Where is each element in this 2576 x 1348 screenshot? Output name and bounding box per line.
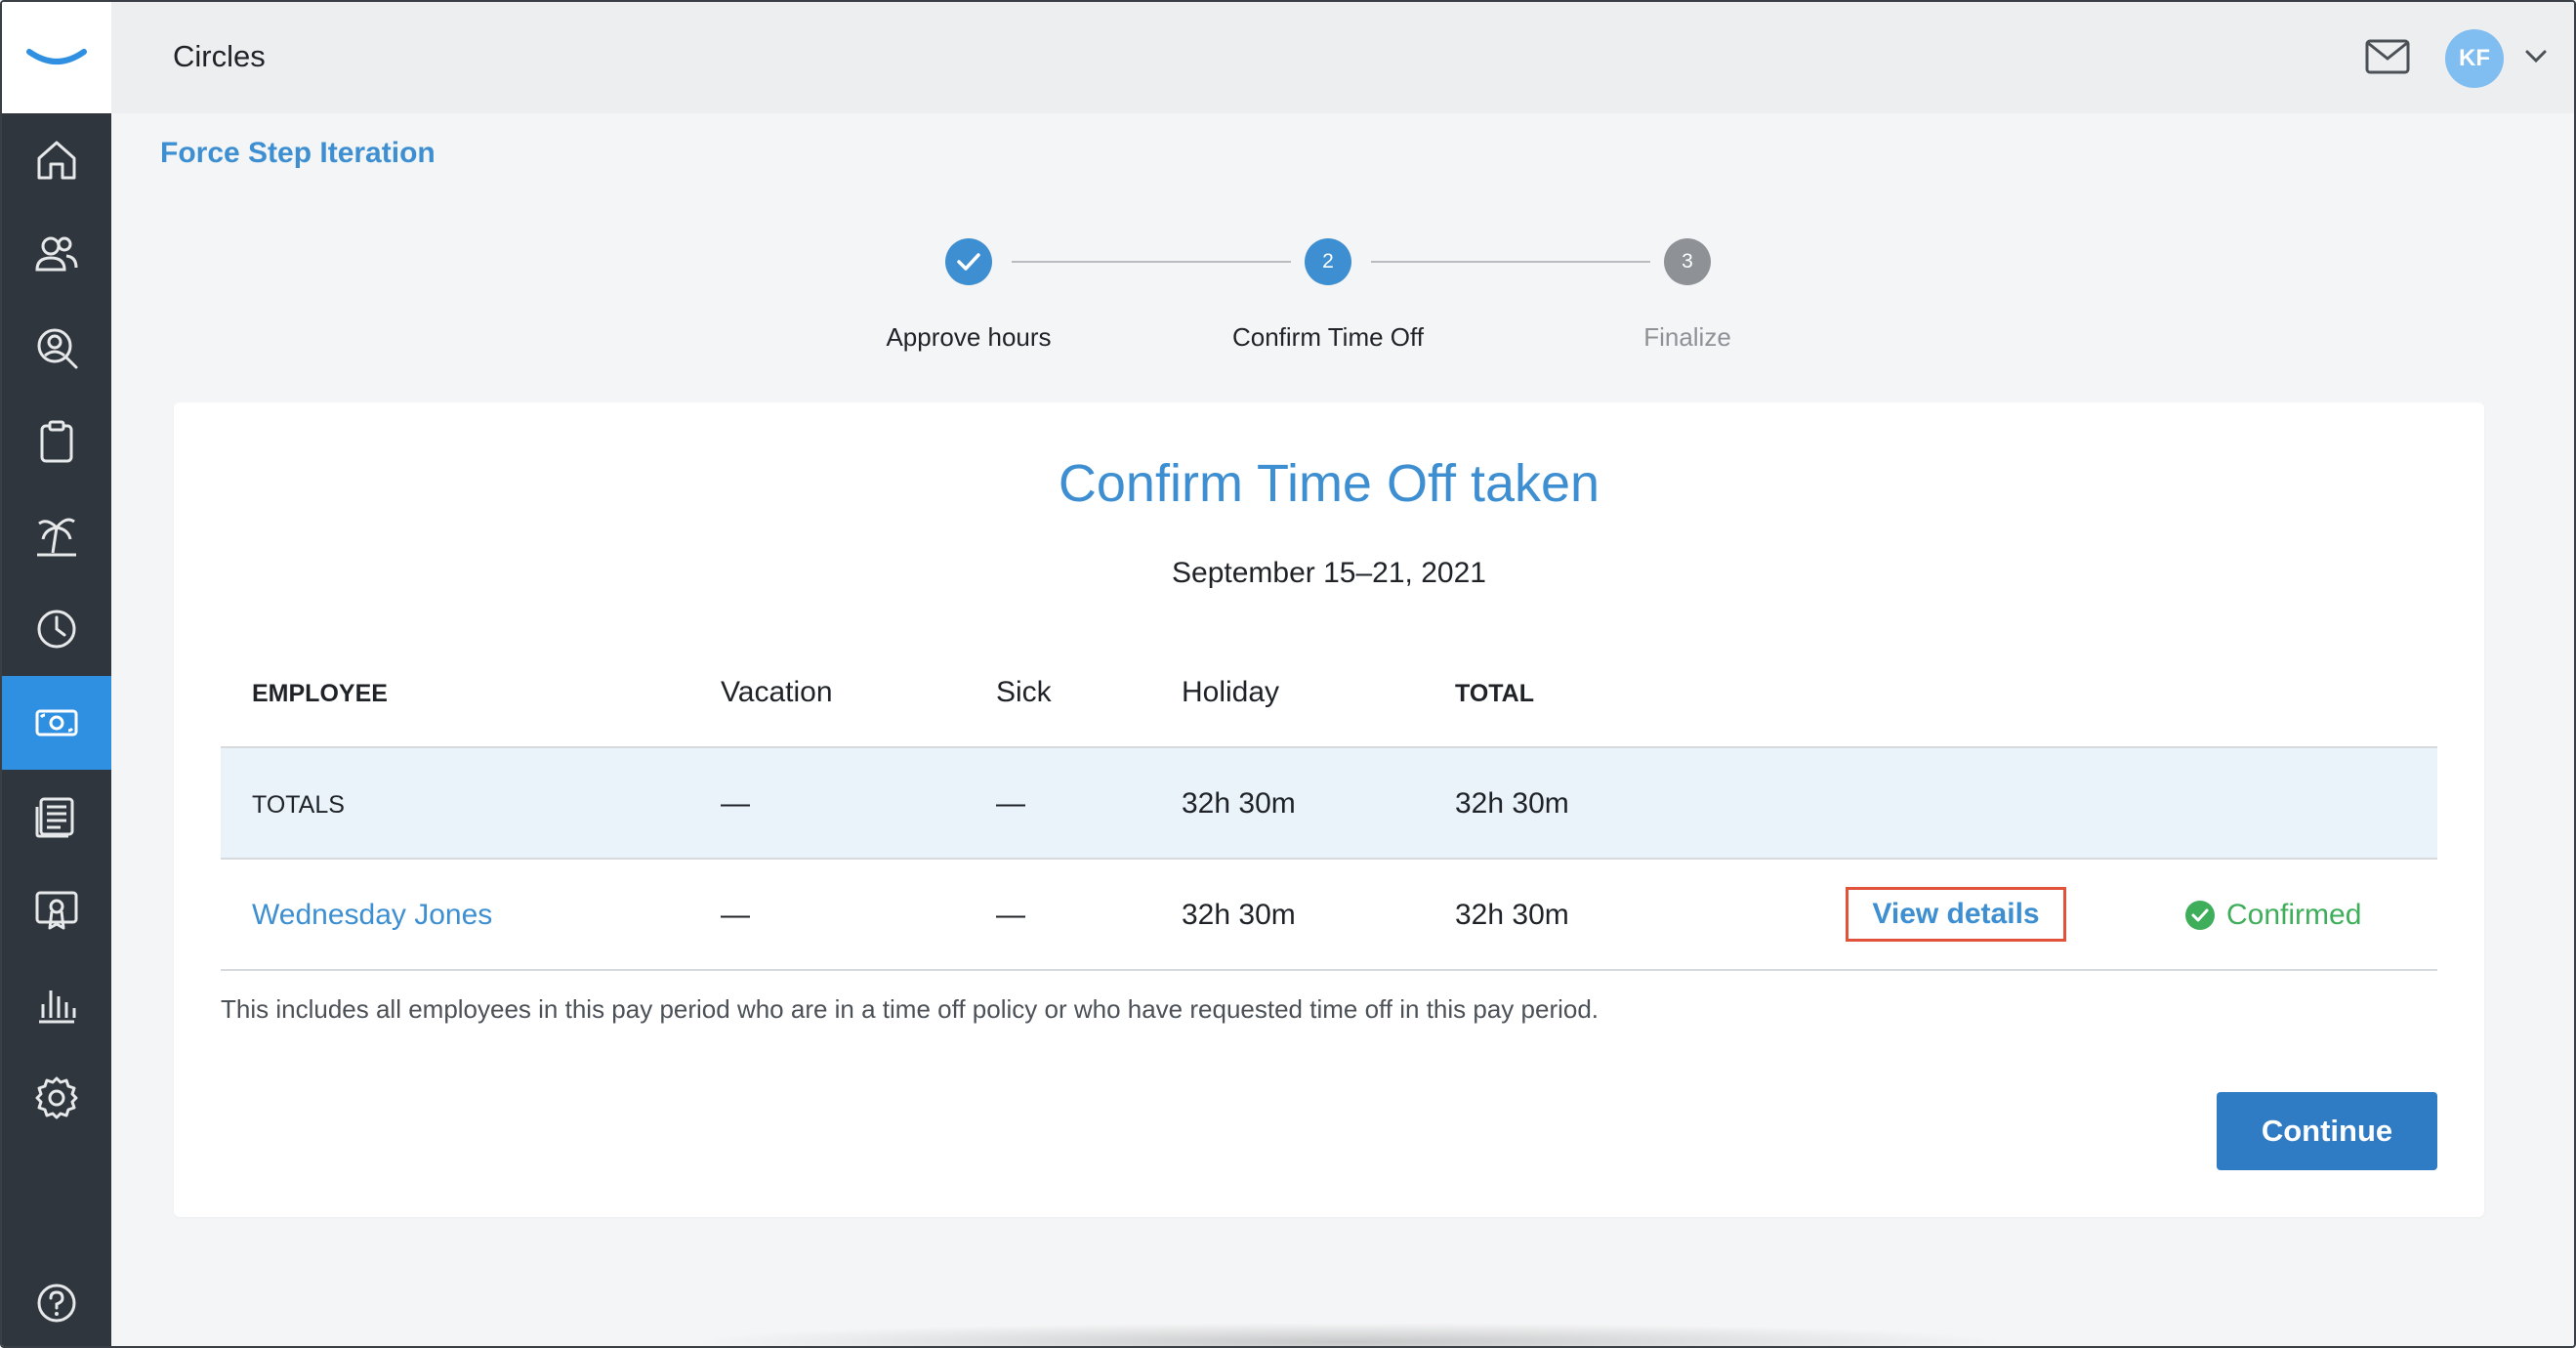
status-badge: Confirmed [2185,899,2361,932]
continue-button[interactable]: Continue [2217,1092,2437,1170]
col-employee: EMPLOYEE [252,680,388,707]
certificate-icon [35,891,78,930]
totals-holiday: 32h 30m [1182,787,1296,820]
money-icon [35,709,78,737]
person-search-icon [37,328,78,369]
step-label-confirm-time-off: Confirm Time Off [1231,322,1424,352]
app-title: Circles [173,39,266,73]
palm-tree-icon [37,518,76,557]
view-details-button[interactable]: View details [1846,887,2066,942]
sidebar-item-training[interactable] [2,864,111,957]
stepper: 2 3 Approve hours Confirm Time Off Final… [832,232,1808,359]
top-bar: Circles KF [2,2,2574,113]
totals-row: TOTALS — — 32h 30m 32h 30m [221,748,2437,860]
step-2-current: 2 [1305,238,1351,285]
app-window: Circles KF Force Step Iteration 2 3 Appr… [0,0,2576,1348]
table-note: This includes all employees in this pay … [221,994,1600,1024]
sidebar-item-payroll[interactable] [2,676,111,770]
step-1-done [945,238,992,285]
col-sick: Sick [996,676,1052,708]
row-sick: — [996,899,1025,931]
sidebar-item-time[interactable] [2,582,111,676]
table-header: EMPLOYEE Vacation Sick Holiday TOTAL [221,633,2437,748]
totals-total: 32h 30m [1455,787,1569,820]
sidebar-item-help[interactable] [2,1256,111,1346]
clock-icon [37,610,76,649]
user-menu-toggle[interactable] [2521,45,2551,68]
time-off-table: EMPLOYEE Vacation Sick Holiday TOTAL TOT… [221,633,2437,971]
sidebar [2,113,111,1346]
user-avatar[interactable]: KF [2445,29,2504,88]
step-connector [1371,261,1650,263]
bar-chart-icon [39,990,76,1024]
row-holiday: 32h 30m [1182,899,1296,931]
chevron-down-icon [2525,50,2547,63]
status-text: Confirmed [2226,899,2362,931]
totals-vacation: — [721,787,750,820]
step-label-finalize: Finalize [1643,322,1731,352]
people-icon [35,236,78,272]
sidebar-item-person-search[interactable] [2,301,111,395]
sidebar-item-settings[interactable] [2,1051,111,1145]
step-3-upcoming: 3 [1664,238,1711,285]
sidebar-item-documents[interactable] [2,770,111,864]
step-connector [1012,261,1291,263]
row-total: 32h 30m [1455,899,1569,931]
gear-icon [35,1076,78,1119]
breadcrumb[interactable]: Force Step Iteration [160,137,436,170]
col-vacation: Vacation [721,676,833,708]
clipboard-icon [40,420,73,463]
newspaper-icon [35,797,74,838]
sidebar-item-people[interactable] [2,207,111,301]
sidebar-item-home[interactable] [2,113,111,207]
totals-label: TOTALS [252,791,345,819]
logo-icon [26,49,87,64]
mail-icon [2365,39,2410,74]
sidebar-item-clipboard[interactable] [2,395,111,488]
totals-sick: — [996,787,1025,820]
sidebar-item-time-off[interactable] [2,488,111,582]
date-range: September 15–21, 2021 [1172,557,1486,589]
col-holiday: Holiday [1182,676,1280,708]
logo[interactable] [2,2,111,113]
time-off-card: Confirm Time Off taken September 15–21, … [174,402,2484,1217]
check-circle-icon [2185,901,2215,930]
employee-link[interactable]: Wednesday Jones [252,899,492,932]
table-row: Wednesday Jones — — 32h 30m 32h 30m View… [221,860,2437,971]
sidebar-item-analytics[interactable] [2,957,111,1051]
bottom-shadow [686,1323,2014,1346]
card-title: Confirm Time Off taken [1058,454,1600,513]
col-total: TOTAL [1455,680,1535,707]
step-label-approve-hours: Approve hours [886,322,1052,352]
home-icon [37,141,76,180]
help-icon [37,1284,76,1323]
mail-button[interactable] [2363,37,2412,76]
row-vacation: — [721,899,750,931]
check-icon [957,253,980,271]
